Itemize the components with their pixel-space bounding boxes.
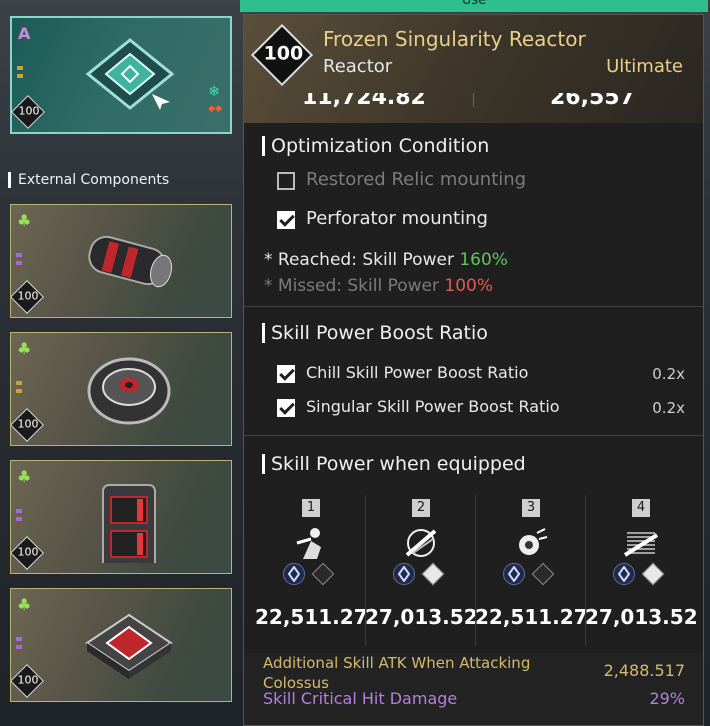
missed-value: 100% (444, 276, 494, 296)
club-icon: ♣ (17, 467, 32, 486)
singular-attribute-icon (613, 563, 635, 585)
singular-attribute-icon (283, 563, 305, 585)
pips (16, 509, 22, 525)
divider (244, 435, 703, 436)
partial-stats-row: 11,724.82 26,557 (244, 93, 703, 107)
club-icon: ♣ (17, 339, 32, 358)
skill-orb-icon (519, 528, 548, 555)
skill-type-icon (531, 562, 555, 586)
skill-crosshair-icon (405, 529, 437, 557)
skill-rifle-icon (623, 532, 659, 557)
pips (16, 637, 22, 653)
item-detail-panel: 100 Frozen Singularity Reactor Reactor U… (243, 14, 704, 726)
skill-power-value: 22,511.27 (255, 605, 368, 629)
item-name: Frozen Singularity Reactor (323, 27, 586, 51)
skill-slot-2[interactable]: 2 27,013.52 (365, 499, 478, 649)
pips (16, 253, 22, 269)
component-card-2[interactable]: ♣ 100 (10, 332, 232, 446)
use-button[interactable]: Use (240, 0, 708, 12)
reached-value: 160% (459, 250, 508, 270)
rarity-tag: A (18, 24, 31, 43)
reactor-icon (85, 38, 175, 110)
slot-number: 2 (412, 499, 430, 517)
reached-note: * Reached: Skill Power 160% (264, 250, 508, 270)
crit-damage-value: 29% (649, 689, 685, 708)
partial-stat-left: 11,724.82 (302, 93, 426, 107)
optimization-title: Optimization Condition (262, 136, 489, 156)
item-rarity: Ultimate (606, 56, 683, 77)
chill-boost-label: Chill Skill Power Boost Ratio (306, 363, 529, 382)
skill-slot-3[interactable]: 3 22,511.27 (475, 499, 588, 649)
perforator-label: Perforator mounting (306, 208, 488, 229)
colossus-atk-value: 2,488.517 (603, 661, 685, 680)
slot-number: 1 (302, 499, 320, 517)
skill-power-value: 27,013.52 (585, 605, 698, 629)
square-component-icon (85, 613, 173, 679)
singular-attribute-icon (503, 563, 525, 585)
chill-boost-checkbox[interactable] (277, 365, 295, 383)
slot-number: 3 (522, 499, 540, 517)
club-icon: ♣ (17, 211, 32, 230)
selected-reactor-card[interactable]: A ❄ ◆◆ 100 (10, 16, 232, 134)
external-components-label: External Components (8, 172, 169, 188)
partial-stat-right: 26,557 (550, 93, 635, 107)
skill-type-icon (641, 562, 665, 586)
restored-relic-label: Restored Relic mounting (306, 169, 527, 190)
level-badge: 100 (11, 280, 44, 314)
crit-damage-label: Skill Critical Hit Damage (263, 689, 458, 708)
level-badge: 100 (12, 95, 45, 129)
perforator-checkbox[interactable] (277, 211, 295, 229)
component-card-3[interactable]: ♣ 100 (10, 460, 232, 574)
component-card-1[interactable]: ♣ 100 (10, 204, 232, 318)
box-component-icon (102, 484, 156, 563)
item-type: Reactor (323, 56, 393, 77)
skill-power-value: 27,013.52 (365, 605, 478, 629)
level-badge: 100 (11, 408, 44, 442)
restored-relic-checkbox[interactable] (277, 172, 295, 190)
singular-boost-value: 0.2x (652, 399, 685, 417)
chill-boost-value: 0.2x (652, 365, 685, 383)
slot-number: 4 (632, 499, 650, 517)
pips (16, 381, 22, 397)
cylinder-component-icon (88, 235, 173, 288)
skill-type-icon (421, 562, 445, 586)
singular-boost-checkbox[interactable] (277, 399, 295, 417)
divider (244, 306, 703, 307)
skill-power-value: 22,511.27 (475, 605, 588, 629)
stats-footer: Additional Skill ATK When Attacking Colo… (244, 653, 703, 725)
missed-note: * Missed: Skill Power 100% (264, 276, 494, 296)
snowflake-icon: ❄ (208, 84, 220, 100)
disc-component-icon (87, 357, 171, 425)
skill-figure-icon (296, 528, 321, 559)
pips (17, 66, 23, 82)
element-dots-icon: ◆◆ (208, 104, 222, 114)
singular-attribute-icon (393, 563, 415, 585)
level-badge: 100 (11, 664, 44, 698)
component-card-4[interactable]: ♣ 100 (10, 588, 232, 702)
item-level-badge: 100 (250, 23, 314, 87)
skill-slot-1[interactable]: 1 22,511.27 (255, 499, 368, 649)
skill-slot-4[interactable]: 4 27,013.52 (585, 499, 698, 649)
singular-boost-label: Singular Skill Power Boost Ratio (306, 397, 560, 416)
item-header: 100 Frozen Singularity Reactor Reactor U… (244, 15, 703, 123)
use-button-label: Use (461, 0, 487, 8)
skill-type-icon (311, 562, 335, 586)
boost-ratio-title: Skill Power Boost Ratio (262, 323, 488, 343)
club-icon: ♣ (17, 595, 32, 614)
colossus-atk-label: Additional Skill ATK When Attacking Colo… (263, 654, 531, 692)
level-badge: 100 (11, 536, 44, 570)
equipped-title: Skill Power when equipped (262, 454, 526, 474)
